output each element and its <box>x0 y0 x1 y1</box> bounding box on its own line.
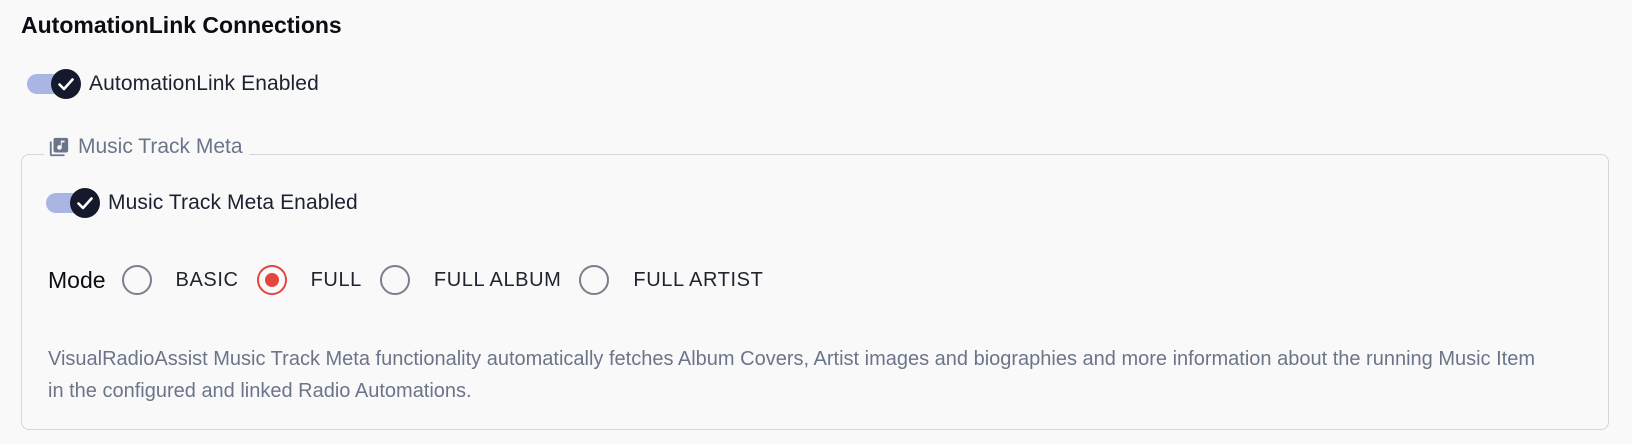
music-track-meta-description: VisualRadioAssist Music Track Meta funct… <box>48 348 1536 402</box>
radio-button[interactable] <box>379 265 410 295</box>
toggle-thumb <box>51 69 81 99</box>
music-track-meta-enabled-label: Music Track Meta Enabled <box>108 191 358 214</box>
automationlink-enabled-label: AutomationLink Enabled <box>89 72 319 95</box>
radio-button[interactable] <box>121 265 152 295</box>
radio-button[interactable] <box>579 265 610 295</box>
radio-label: FULL <box>310 268 362 291</box>
radio-button-selected[interactable] <box>256 265 287 295</box>
mode-option-full-artist[interactable]: FULL ARTIST <box>579 265 763 295</box>
automationlink-enabled-toggle[interactable]: AutomationLink Enabled <box>27 69 319 99</box>
radio-label: BASIC <box>175 268 239 291</box>
music-track-meta-enabled-toggle[interactable]: Music Track Meta Enabled <box>46 188 358 218</box>
music-track-meta-legend: Music Track Meta <box>44 135 249 159</box>
automationlink-settings-page: AutomationLink Connections AutomationLin… <box>0 0 1632 444</box>
toggle-thumb <box>70 188 100 218</box>
toggle-switch[interactable] <box>46 188 102 218</box>
radio-dot <box>264 273 279 287</box>
checkmark-icon <box>58 78 74 91</box>
mode-option-basic[interactable]: BASIC <box>121 265 239 295</box>
checkmark-icon <box>77 197 93 210</box>
mode-option-full[interactable]: FULL <box>256 265 362 295</box>
toggle-switch[interactable] <box>27 69 83 99</box>
mode-radio-group: Mode BASIC FULL FULL ALBUM FULL ARTIST <box>48 265 781 295</box>
mode-option-full-album[interactable]: FULL ALBUM <box>379 265 562 295</box>
section-title: AutomationLink Connections <box>21 12 342 38</box>
music-library-icon <box>49 137 69 157</box>
legend-label: Music Track Meta <box>78 135 243 158</box>
radio-label: FULL ALBUM <box>433 268 562 291</box>
mode-label: Mode <box>48 266 106 293</box>
radio-label: FULL ARTIST <box>633 268 764 291</box>
